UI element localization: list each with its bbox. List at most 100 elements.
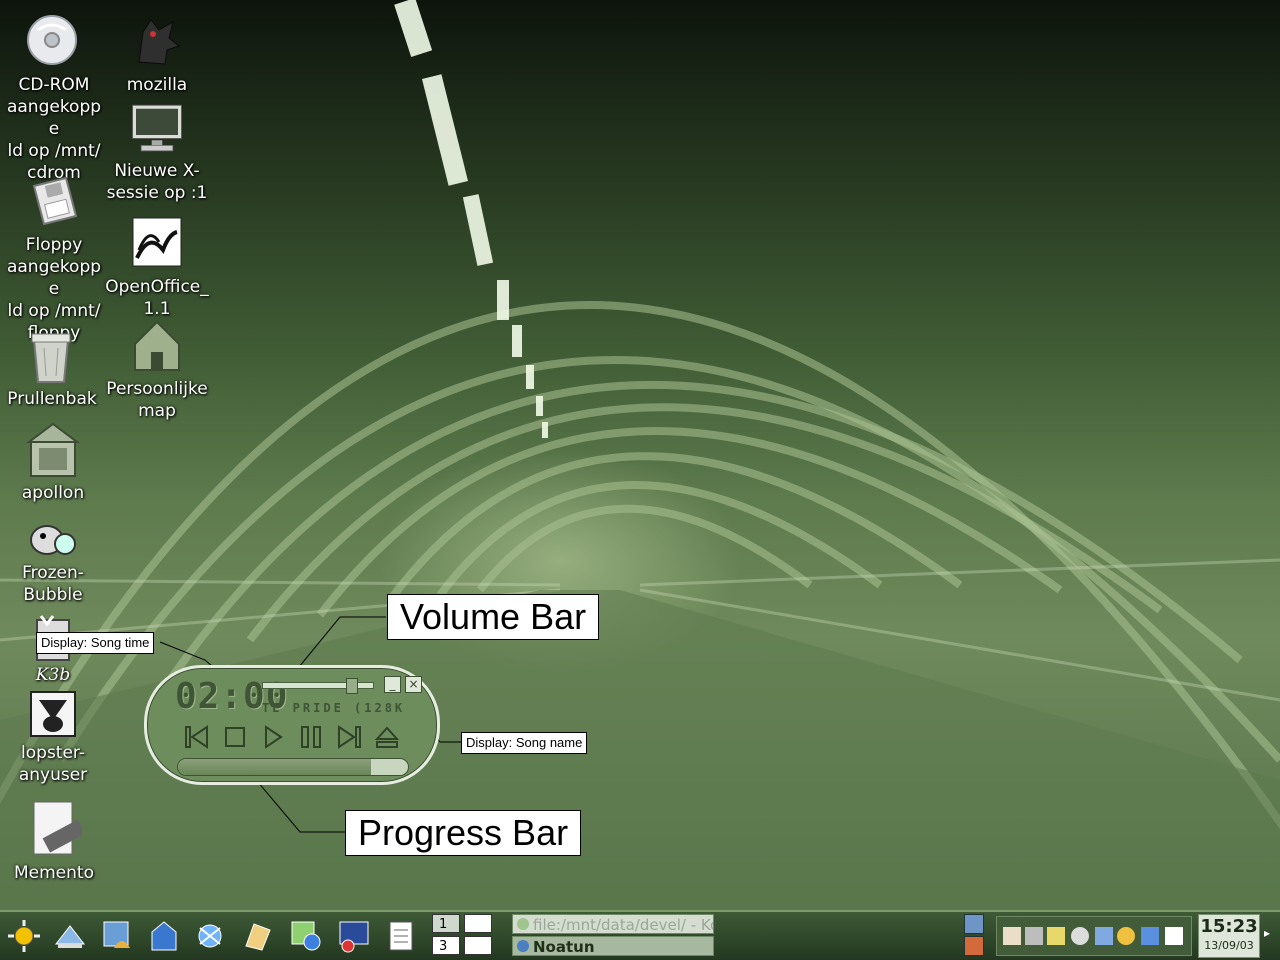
clock-time: 15:23 [1200, 916, 1258, 937]
clock-date: 13/09/03 [1204, 939, 1254, 952]
desktop-icon-apollon[interactable]: apollon [1, 420, 105, 504]
desktop-icon-label: Persoonlijke map [106, 379, 208, 421]
frozen-bubble-icon [25, 516, 81, 560]
konqueror-icon [103, 921, 130, 948]
eject-icon [374, 726, 400, 748]
desktop-icon-mozilla[interactable]: mozilla [105, 12, 209, 96]
trash-icon [24, 326, 80, 386]
download-icon[interactable] [1071, 927, 1089, 945]
playback-controls [183, 723, 413, 753]
stop-button[interactable] [221, 723, 249, 751]
progress-bar[interactable] [177, 758, 409, 776]
network-button[interactable] [192, 918, 228, 954]
terminal-button[interactable] [336, 918, 372, 954]
monitor-icon [129, 98, 185, 158]
play-icon [265, 725, 283, 749]
desktop-icon-frozenbubble[interactable]: Frozen- Bubble [1, 516, 105, 606]
desktop-icon-label: apollon [21, 483, 85, 503]
pause-icon [301, 726, 321, 748]
desktop-icon-memento[interactable]: Memento [2, 800, 106, 884]
settings-button[interactable] [288, 918, 324, 954]
task-label: file:/mnt/data/devel/ - Ko [533, 916, 714, 934]
next-track-button[interactable] [335, 723, 363, 751]
pager-desktop-1[interactable]: 1 [432, 914, 460, 933]
system-tray [996, 916, 1192, 956]
minimize-button[interactable]: _ [384, 676, 401, 693]
user-icon[interactable] [1117, 927, 1135, 945]
office-icon [245, 923, 271, 951]
desktop-icon-label: mozilla [126, 75, 188, 95]
noatun-player[interactable]: 02:00 _ × TE PRIDE (128K [144, 665, 440, 785]
clock[interactable]: 15:23 13/09/03 [1198, 914, 1260, 958]
desktop-icon-label: Prullenbak [7, 389, 97, 409]
song-name-display: TE PRIDE (128K [262, 701, 406, 715]
lopster-icon [25, 690, 81, 740]
callout-song-time: Display: Song time [36, 632, 155, 654]
logout-button[interactable] [964, 936, 984, 956]
desktop-icon-label: lopster- anyuser [18, 743, 88, 785]
home-icon [151, 921, 177, 951]
desktop-icon-label: OpenOffice_ 1.1 [105, 277, 209, 319]
office-button[interactable] [240, 918, 276, 954]
memento-icon [26, 800, 86, 860]
desktop-icon-label: Nieuwe X- sessie op :1 [106, 161, 208, 203]
previous-track-button[interactable] [183, 723, 211, 751]
klipper-icon[interactable] [1003, 927, 1021, 945]
lock-logout-buttons [964, 914, 986, 958]
terminal-icon [339, 921, 369, 953]
desktop-icon-floppy[interactable]: Floppy aangekoppe ld op /mnt/ floppy [2, 172, 106, 344]
lock-screen-button[interactable] [964, 914, 984, 934]
noatun-tray-icon[interactable] [1165, 927, 1183, 945]
task-label: Noatun [533, 938, 595, 956]
desktop-icon-label: CD-ROM aangekoppe ld op /mnt/ cdrom [6, 75, 102, 183]
task-konqueror[interactable]: file:/mnt/data/devel/ - Ko [512, 914, 714, 934]
stop-icon [225, 727, 245, 747]
show-desktop-button[interactable] [52, 918, 88, 954]
close-button[interactable]: × [405, 676, 422, 693]
desktop-icon-cdrom[interactable]: CD-ROM aangekoppe ld op /mnt/ cdrom [2, 12, 106, 184]
floppy-icon [26, 172, 82, 232]
kmenu-icon [8, 920, 40, 952]
openoffice-icon [129, 214, 185, 274]
settings-icon [291, 921, 321, 951]
desktop-icon [54, 925, 86, 948]
display-icon[interactable] [1025, 927, 1043, 945]
volume-icon[interactable] [1095, 927, 1113, 945]
kmenu-button[interactable] [6, 918, 42, 954]
pause-button[interactable] [297, 723, 325, 751]
network-icon [198, 924, 222, 948]
apollon-icon [25, 420, 81, 480]
desktop-icon-label: Memento [14, 863, 94, 883]
desktop-icon-home[interactable]: Persoonlijke map [105, 316, 209, 422]
callout-progress-bar: Progress Bar [345, 810, 582, 856]
noatun-icon [517, 940, 529, 952]
volume-slider[interactable] [262, 678, 374, 694]
konqueror-button[interactable] [100, 918, 136, 954]
home-folder-icon [129, 316, 185, 376]
calendar-icon[interactable] [1047, 927, 1065, 945]
desktop-icon-trash[interactable]: Prullenbak [0, 326, 104, 410]
progress-fill [178, 759, 372, 775]
kde-panel: 1 3 file:/mnt/data/devel/ - Ko Noatun 15… [0, 910, 1280, 960]
desktop-icon-openoffice[interactable]: OpenOffice_ 1.1 [105, 214, 209, 320]
play-button[interactable] [259, 723, 287, 751]
pager-desktop-4[interactable] [464, 936, 492, 955]
eject-button[interactable] [373, 723, 401, 751]
desktop-icon-xsession[interactable]: Nieuwe X- sessie op :1 [105, 98, 209, 204]
callout-song-name: Display: Song name [461, 732, 588, 754]
pager-desktop-2[interactable] [464, 914, 492, 933]
desktop-icon-label: Frozen- Bubble [22, 563, 84, 605]
callout-volume-bar: Volume Bar [387, 594, 600, 640]
task-noatun[interactable]: Noatun [512, 936, 714, 956]
document-icon [389, 921, 413, 951]
cdrom-icon [26, 12, 82, 72]
document-button[interactable] [384, 918, 420, 954]
network-status-icon[interactable] [1141, 927, 1159, 945]
pager-desktop-3[interactable]: 3 [432, 936, 460, 955]
mozilla-icon [129, 12, 185, 72]
desktop-icon-lopster[interactable]: lopster- anyuser [1, 690, 105, 786]
desktop-pager: 1 3 [432, 914, 494, 958]
panel-hide-arrow-icon[interactable]: ▸ [1264, 926, 1278, 946]
home-button[interactable] [146, 918, 182, 954]
volume-knob[interactable] [346, 678, 358, 694]
